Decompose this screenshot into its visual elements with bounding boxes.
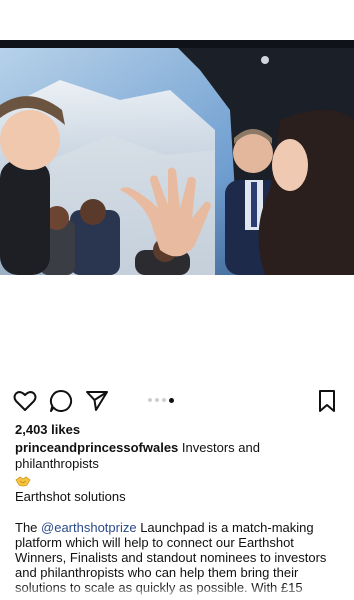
- carousel-dot: [148, 398, 152, 402]
- caption-subtitle: Earthshot solutions: [15, 489, 126, 504]
- carousel-dot: [162, 398, 166, 402]
- comment-icon[interactable]: [48, 388, 74, 414]
- caption-body: The @earthshotprize Launchpad is a match…: [15, 520, 345, 595]
- post-action-bar: [0, 388, 354, 414]
- like-count[interactable]: 2,403 likes: [15, 422, 80, 437]
- post-photo-illustration: [0, 40, 354, 275]
- heart-icon[interactable]: [12, 388, 38, 414]
- post-photo[interactable]: [0, 40, 354, 275]
- carousel-dot: [169, 397, 174, 403]
- caption-fade: [0, 585, 354, 600]
- caption-username[interactable]: princeandprincessofwales: [15, 440, 178, 455]
- bookmark-icon[interactable]: [314, 388, 340, 414]
- send-icon[interactable]: [84, 388, 110, 414]
- mention-link[interactable]: @earthshotprize: [41, 520, 137, 535]
- caption-body-prefix: The: [15, 520, 42, 535]
- post-caption: princeandprincessofwales Investors and p…: [15, 440, 345, 472]
- carousel-indicator: [148, 397, 174, 403]
- carousel-dot: [155, 398, 159, 402]
- handshake-emoji-icon: [15, 474, 31, 487]
